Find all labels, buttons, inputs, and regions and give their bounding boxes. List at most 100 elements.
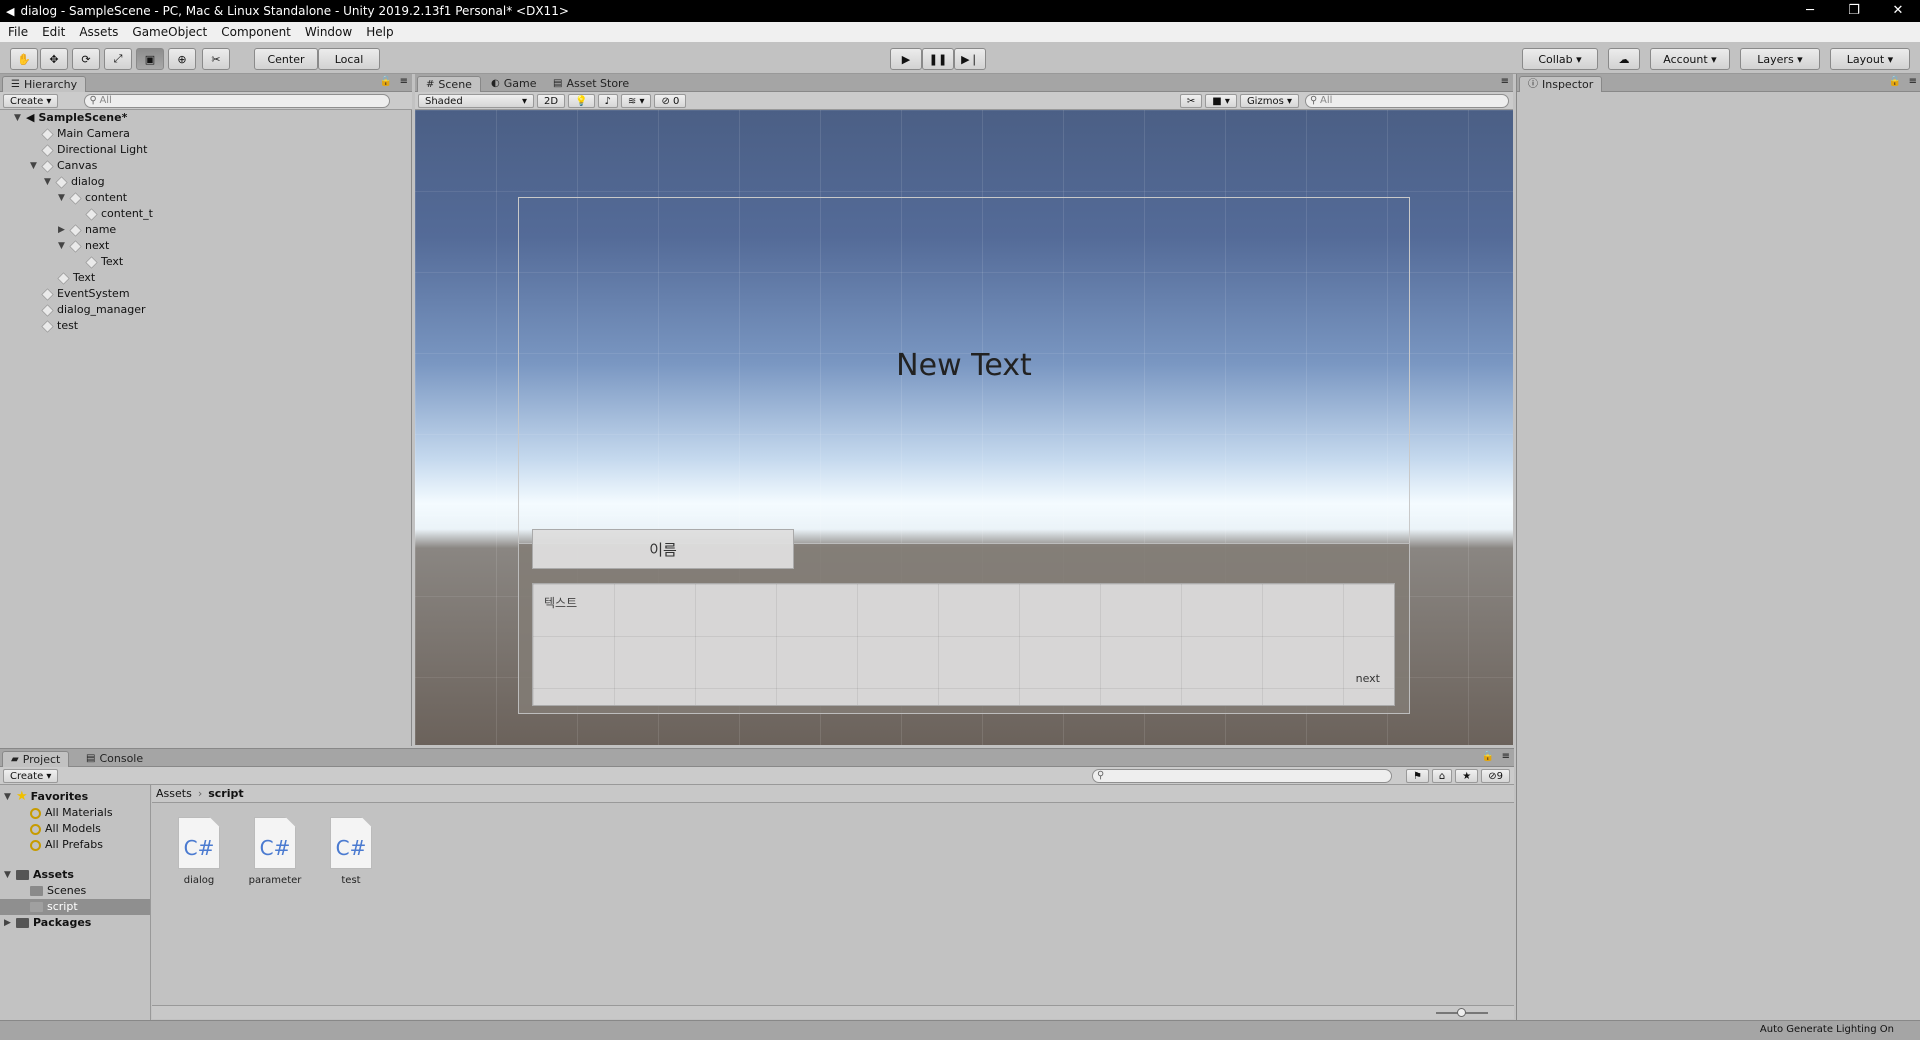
- lighting-toggle-icon[interactable]: 💡: [568, 93, 595, 108]
- tree-item[interactable]: ▼ Canvas: [30, 158, 97, 174]
- rotate-tool-icon[interactable]: ⟳: [72, 48, 100, 70]
- tree-item[interactable]: ▼ next: [58, 238, 109, 254]
- breadcrumb-assets[interactable]: Assets: [156, 787, 192, 800]
- dialog-next-text[interactable]: next: [1356, 672, 1380, 685]
- tree-item[interactable]: Text: [85, 254, 123, 270]
- collab-dropdown[interactable]: Collab ▾: [1522, 48, 1598, 70]
- layers-dropdown[interactable]: Layers ▾: [1740, 48, 1820, 70]
- project-search-input[interactable]: [1091, 768, 1392, 783]
- expand-arrow-icon[interactable]: ▼: [14, 110, 26, 126]
- dialog-name-box[interactable]: 이름: [532, 529, 794, 569]
- lock-icon[interactable]: 🔒: [1482, 751, 1494, 762]
- custom-tool-icon[interactable]: ✂: [202, 48, 230, 70]
- panel-menu-icon[interactable]: ≡: [1502, 751, 1510, 762]
- filter-label-icon[interactable]: ⌂: [1431, 768, 1453, 783]
- tree-item[interactable]: Text: [57, 270, 95, 286]
- rect-tool-icon[interactable]: ▣: [136, 48, 164, 70]
- effects-dropdown-icon[interactable]: ≋ ▾: [620, 93, 652, 108]
- panel-menu-icon[interactable]: ≡: [400, 76, 408, 87]
- dialog-content-box[interactable]: 텍스트 next: [532, 583, 1395, 706]
- scene-view[interactable]: New Text 이름 텍스트 next: [415, 110, 1513, 745]
- lock-icon[interactable]: 🔒: [380, 76, 392, 87]
- pivot-center-button[interactable]: Center: [254, 48, 318, 70]
- gizmos-dropdown[interactable]: Gizmos ▾: [1239, 93, 1299, 108]
- tab-console[interactable]: ▤ Console: [78, 751, 151, 767]
- expand-arrow-icon[interactable]: ▼: [4, 789, 16, 805]
- assets-row[interactable]: ▼ Assets: [4, 867, 74, 883]
- lock-icon[interactable]: 🔒: [1889, 76, 1901, 87]
- tree-item[interactable]: Main Camera: [41, 126, 130, 142]
- favorite-item[interactable]: All Materials: [30, 805, 113, 821]
- folder-item-selected[interactable]: script: [0, 899, 150, 915]
- menu-assets[interactable]: Assets: [79, 25, 118, 39]
- menu-help[interactable]: Help: [366, 25, 393, 39]
- tab-asset-store[interactable]: ▤ Asset Store: [545, 76, 637, 92]
- scene-root-row[interactable]: ▼ ◀ SampleScene*: [14, 110, 127, 126]
- minimize-button[interactable]: ─: [1788, 0, 1832, 22]
- folder-item[interactable]: Scenes: [30, 883, 86, 899]
- tab-inspector[interactable]: ⓘ Inspector: [1519, 76, 1603, 92]
- tools-icon[interactable]: ✂: [1179, 93, 1203, 108]
- favorite-item[interactable]: All Prefabs: [30, 837, 103, 853]
- scene-search-input[interactable]: All: [1305, 93, 1509, 108]
- tree-item[interactable]: ▼ content: [58, 190, 127, 206]
- shading-dropdown[interactable]: Shaded ▾: [418, 93, 534, 108]
- script-file-dialog[interactable]: C# dialog: [164, 817, 234, 886]
- ui-new-text[interactable]: New Text: [518, 348, 1410, 383]
- tree-item[interactable]: content_t: [85, 206, 153, 222]
- tree-item[interactable]: ▶ name: [58, 222, 116, 238]
- menu-window[interactable]: Window: [305, 25, 352, 39]
- filter-type-icon[interactable]: ⚑: [1405, 768, 1429, 783]
- favorites-row[interactable]: ▼ ★ Favorites: [4, 789, 88, 805]
- camera-dropdown-icon[interactable]: ■ ▾: [1205, 93, 1237, 108]
- tab-scene[interactable]: # Scene: [417, 76, 481, 92]
- breadcrumb-script[interactable]: script: [208, 787, 243, 800]
- script-file-parameter[interactable]: C# parameter: [240, 817, 310, 886]
- favorite-item[interactable]: All Models: [30, 821, 101, 837]
- script-file-test[interactable]: C# test: [316, 817, 386, 886]
- tree-item[interactable]: EventSystem: [41, 286, 130, 302]
- tab-hierarchy[interactable]: ☰ Hierarchy: [2, 76, 87, 92]
- hierarchy-tree: ▼ ◀ SampleScene* Main Camera Directional L…: [0, 110, 412, 746]
- panel-menu-icon[interactable]: ≡: [1501, 76, 1509, 87]
- tree-item[interactable]: test: [41, 318, 78, 334]
- tree-item[interactable]: dialog_manager: [41, 302, 146, 318]
- tree-item[interactable]: Directional Light: [41, 142, 147, 158]
- collapse-arrow-icon[interactable]: ▶: [4, 915, 16, 931]
- csharp-glyph: C#: [183, 836, 215, 860]
- cloud-icon[interactable]: ☁: [1608, 48, 1640, 70]
- account-dropdown[interactable]: Account ▾: [1650, 48, 1730, 70]
- pivot-local-button[interactable]: Local: [318, 48, 380, 70]
- hand-tool-icon[interactable]: ✋: [10, 48, 38, 70]
- move-tool-icon[interactable]: ✥: [40, 48, 68, 70]
- step-button[interactable]: ▶❘: [954, 48, 986, 70]
- menu-file[interactable]: File: [8, 25, 28, 39]
- menu-gameobject[interactable]: GameObject: [132, 25, 207, 39]
- project-create-dropdown[interactable]: Create ▾: [3, 768, 59, 783]
- slider-handle[interactable]: [1457, 1008, 1466, 1017]
- tree-item[interactable]: ▼ dialog: [44, 174, 105, 190]
- menu-component[interactable]: Component: [221, 25, 291, 39]
- hierarchy-create-dropdown[interactable]: Create ▾: [3, 93, 59, 108]
- lighting-status[interactable]: Auto Generate Lighting On: [1760, 1024, 1894, 1035]
- layout-dropdown[interactable]: Layout ▾: [1830, 48, 1910, 70]
- expand-arrow-icon[interactable]: ▼: [4, 867, 16, 883]
- toggle-2d-button[interactable]: 2D: [537, 93, 566, 108]
- transform-tool-icon[interactable]: ⊕: [168, 48, 196, 70]
- tab-game[interactable]: ◐ Game: [483, 76, 544, 92]
- menu-edit[interactable]: Edit: [42, 25, 65, 39]
- audio-toggle-icon[interactable]: ♪: [597, 93, 618, 108]
- hierarchy-search-input[interactable]: All: [84, 93, 391, 108]
- hidden-objects-toggle[interactable]: ⊘ 0: [654, 93, 687, 108]
- panel-menu-icon[interactable]: ≡: [1909, 76, 1917, 87]
- maximize-button[interactable]: ❐: [1832, 0, 1876, 22]
- close-button[interactable]: ✕: [1876, 0, 1920, 22]
- hidden-packages-toggle[interactable]: ⊘9: [1481, 768, 1510, 783]
- packages-row[interactable]: ▶ Packages: [4, 915, 91, 931]
- favorite-item-label: All Prefabs: [45, 838, 103, 851]
- tab-project[interactable]: ▰ Project: [2, 751, 70, 767]
- scale-tool-icon[interactable]: ⤢: [104, 48, 132, 70]
- play-button[interactable]: ▶: [890, 48, 922, 70]
- favorite-star-icon[interactable]: ★: [1455, 768, 1479, 783]
- pause-button[interactable]: ❚❚: [922, 48, 954, 70]
